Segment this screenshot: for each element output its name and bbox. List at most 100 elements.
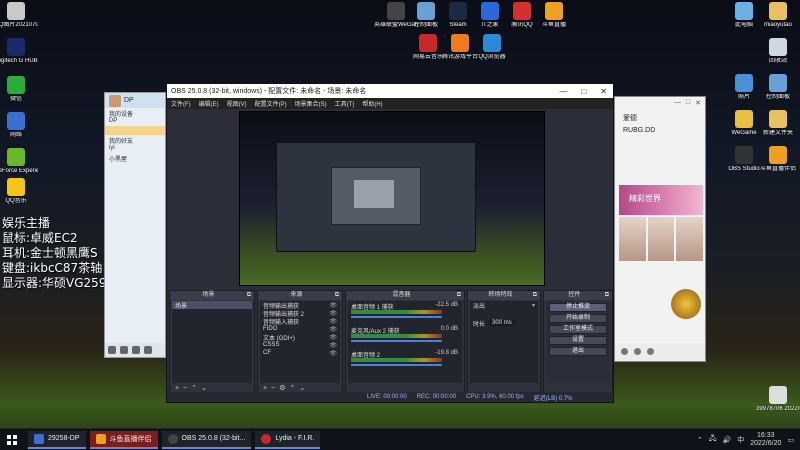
add-icon[interactable]: +: [263, 385, 267, 392]
menu-icon[interactable]: [108, 346, 116, 354]
close-icon[interactable]: ✕: [695, 99, 701, 109]
duration-input[interactable]: 300 ms: [488, 320, 516, 326]
volume-slider[interactable]: [351, 364, 442, 366]
remove-icon[interactable]: −: [183, 385, 187, 392]
volume-icon[interactable]: 🔊: [723, 436, 732, 444]
eye-icon[interactable]: 👁: [329, 342, 337, 349]
studio-mode-button[interactable]: 工作室模式: [549, 325, 607, 334]
eye-icon[interactable]: 👁: [329, 302, 337, 309]
message-icon[interactable]: [132, 346, 140, 354]
music-tiles[interactable]: [619, 217, 704, 261]
menu-edit[interactable]: 编辑(E): [199, 99, 219, 108]
settings-icon[interactable]: [120, 346, 128, 354]
eye-icon[interactable]: 👁: [329, 350, 337, 357]
tile-image[interactable]: [619, 217, 646, 261]
desktop-icon[interactable]: 控制面板: [756, 74, 800, 101]
gear-icon[interactable]: ⚙: [279, 384, 285, 392]
list-item[interactable]: 我的设备: [105, 108, 165, 117]
close-icon[interactable]: ✕: [600, 87, 607, 96]
desktop-icon[interactable]: GeForce Experience: [0, 148, 38, 175]
list-item[interactable]: 小黑屋: [105, 153, 165, 162]
eye-icon[interactable]: 👁: [329, 310, 337, 317]
source-item[interactable]: CSSS 👁: [260, 341, 340, 349]
stop-streaming-button[interactable]: 停止推流: [549, 303, 607, 312]
minimize-icon[interactable]: —: [559, 87, 567, 96]
remove-icon[interactable]: −: [271, 385, 275, 392]
tile-image[interactable]: [676, 217, 704, 261]
desktop-icon[interactable]: 新建文件夹: [756, 110, 800, 137]
scene-list[interactable]: 场景: [172, 301, 252, 383]
image-icon[interactable]: [634, 348, 641, 355]
menu-view[interactable]: 视图(V): [227, 99, 247, 108]
volume-slider[interactable]: [351, 316, 442, 318]
music-banner[interactable]: 精彩世界: [619, 185, 703, 215]
desktop-icon[interactable]: 39978706 2022/6/20: [756, 386, 800, 413]
start-button[interactable]: [0, 429, 24, 450]
menu-scene-collection[interactable]: 场景集合(S): [295, 99, 327, 108]
desktop-icon[interactable]: QQ浏览器: [470, 34, 514, 61]
music-window[interactable]: — □ ✕ 爱德 RUBG.DD 精彩世界: [614, 96, 706, 362]
up-icon[interactable]: ⌃: [289, 384, 295, 392]
desktop-icon[interactable]: 回收站: [756, 38, 800, 65]
desktop-icon[interactable]: 斗鱼直播伴侣: [756, 146, 800, 173]
eye-icon[interactable]: 👁: [329, 326, 337, 333]
dock-float-icon[interactable]: ⧉: [457, 291, 464, 300]
eye-icon[interactable]: 👁: [329, 334, 337, 341]
desktop-icon[interactable]: QQ图片20210705...: [0, 2, 38, 29]
app-icon[interactable]: [144, 346, 152, 354]
taskbar-item[interactable]: OBS 25.0.8 (32-bit...: [161, 430, 252, 449]
scene-item[interactable]: 场景: [172, 301, 252, 310]
app-icon: [7, 2, 25, 20]
volume-slider[interactable]: [351, 340, 442, 342]
dock-float-icon[interactable]: ⧉: [605, 291, 612, 300]
menu-tools[interactable]: 工具(T): [335, 99, 355, 108]
menu-file[interactable]: 文件(F): [171, 99, 191, 108]
desktop-icon[interactable]: 斗鱼直播: [532, 2, 576, 29]
list-item[interactable]: iyi: [105, 144, 165, 153]
qq-window[interactable]: DP 我的设备 DP 我的好友 iyi 小黑屋: [104, 92, 166, 358]
avatar[interactable]: [109, 94, 121, 107]
desktop-icon[interactable]: 微信: [0, 76, 38, 103]
exit-button[interactable]: 退出: [549, 347, 607, 356]
desktop-icon[interactable]: miaoyutao: [756, 2, 800, 29]
emoji-icon[interactable]: [621, 348, 628, 355]
source-item[interactable]: 文本 (GDI+) 👁: [260, 333, 340, 342]
dock-float-icon[interactable]: ⧉: [335, 291, 342, 300]
menu-help[interactable]: 帮助(H): [362, 99, 382, 108]
taskbar-item[interactable]: Lydia - F.I.R.: [255, 430, 321, 449]
source-list[interactable]: 音频输出捕获 👁 音频输出捕获 2 👁 音频输入捕获 👁 FIDO 👁 文本 (GDI+…: [260, 301, 340, 383]
maximize-icon[interactable]: □: [581, 87, 586, 96]
up-icon[interactable]: ⌃: [191, 384, 197, 392]
add-icon[interactable]: +: [175, 385, 179, 392]
start-recording-button[interactable]: 开始录制: [549, 314, 607, 323]
minimize-icon[interactable]: —: [674, 99, 681, 109]
settings-button[interactable]: 设置: [549, 336, 607, 345]
network-icon[interactable]: 🖧: [709, 434, 717, 445]
dock-float-icon[interactable]: ⧉: [533, 291, 540, 300]
list-item[interactable]: 我的好友: [105, 135, 165, 144]
maximize-icon[interactable]: □: [686, 99, 690, 109]
list-item[interactable]: [105, 126, 165, 135]
input-language[interactable]: 中: [737, 435, 744, 445]
desktop-icon[interactable]: Logitech G HUB: [0, 38, 38, 65]
menu-profile[interactable]: 配置文件(P): [255, 99, 287, 108]
notifications-icon[interactable]: ▭: [787, 436, 794, 444]
gift-icon[interactable]: [647, 348, 654, 355]
clock[interactable]: 16:33 2022/6/20: [750, 432, 781, 448]
down-icon[interactable]: ⌄: [201, 384, 207, 392]
tile-image[interactable]: [647, 217, 675, 261]
taskbar-item[interactable]: 斗鱼直播伴侣: [89, 430, 158, 449]
obs-window[interactable]: OBS 25.0.8 (32-bit, windows) - 配置文件: 未命名…: [166, 83, 614, 403]
dock-float-icon[interactable]: ⧉: [247, 291, 254, 300]
taskbar-item[interactable]: 29258-DP: [28, 430, 86, 449]
down-icon[interactable]: ⌄: [299, 384, 305, 392]
desktop-icon[interactable]: QQ音乐: [0, 178, 38, 205]
chevron-up-icon[interactable]: ⌃: [697, 436, 703, 444]
eye-icon[interactable]: 👁: [329, 318, 337, 325]
desktop-icon[interactable]: 网络: [0, 112, 38, 139]
list-item[interactable]: DP: [105, 117, 165, 126]
transition-select[interactable]: 淡出 ▾: [470, 301, 538, 310]
obs-preview[interactable]: [239, 111, 545, 286]
source-item[interactable]: CF 👁: [260, 349, 340, 357]
source-item[interactable]: 音频输入捕获 👁: [260, 317, 340, 326]
